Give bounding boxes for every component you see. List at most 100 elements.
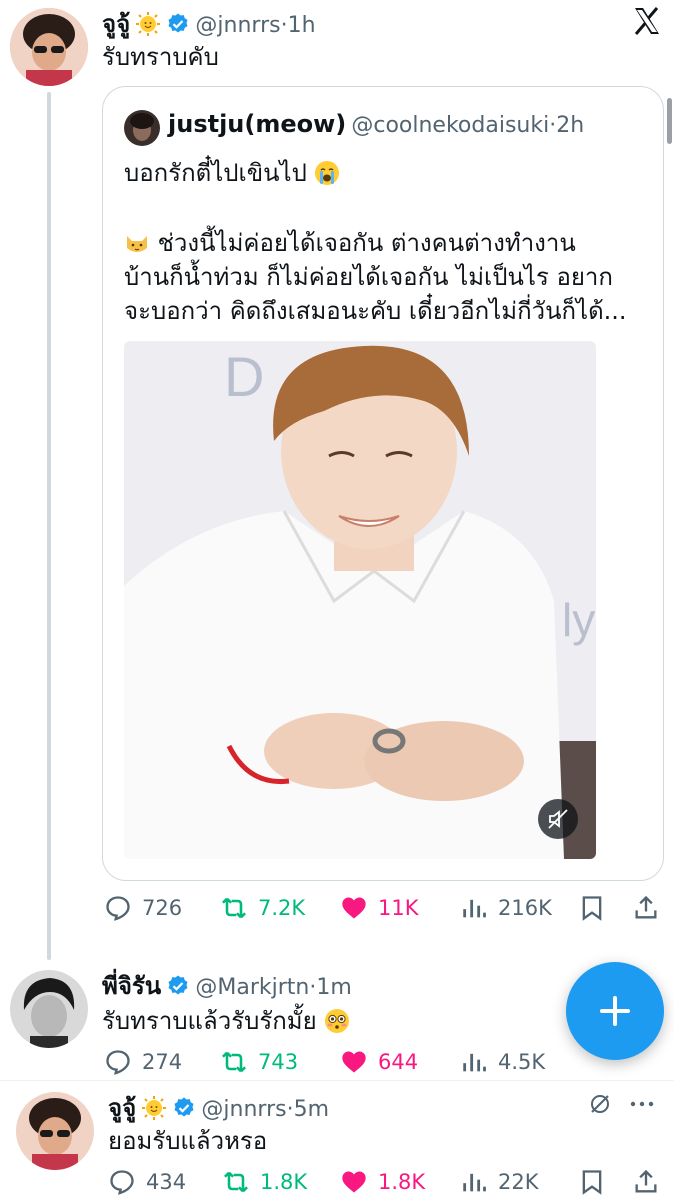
- reply1-time[interactable]: 1m: [316, 975, 351, 1000]
- reply2-bookmark-button[interactable]: [578, 1168, 606, 1196]
- repost-button[interactable]: 7.2K: [220, 894, 305, 922]
- views-button[interactable]: 216K: [460, 894, 552, 922]
- share-icon: [635, 895, 657, 919]
- compose-button[interactable]: [566, 962, 664, 1060]
- heart-filled-icon: [342, 1171, 366, 1193]
- reply1-like-count: 644: [378, 1050, 419, 1074]
- reply1-author-handle[interactable]: @Markjrtn: [195, 975, 309, 1000]
- reply2-author-name[interactable]: จูจู้: [108, 1094, 136, 1122]
- quoted-text-line1: บอกรักตี๋ไปเขินไป: [124, 156, 340, 190]
- reply2-author-handle[interactable]: @jnnrrs: [201, 1097, 286, 1122]
- x-logo-icon[interactable]: [632, 6, 662, 36]
- heart-filled-icon: [342, 897, 366, 919]
- post-header: จูจู้ @jnnrrs·1h: [102, 4, 316, 38]
- quoted-body-line3: จะบอกว่า คิดถึงเสมอนะคับ เดี๋ยวอีกไม่กี่…: [124, 297, 627, 325]
- quoted-body-line2: บ้านก็น้ำท่วม ก็ไม่ค่อยได้เจอกัน ไม่เป็น…: [124, 263, 613, 291]
- reply2-reply-count: 434: [146, 1170, 187, 1194]
- bookmark-icon: [582, 896, 602, 921]
- post-time[interactable]: 1h: [288, 13, 316, 38]
- quoted-header: justju(meow) @coolnekodaisuki·2h: [168, 110, 584, 138]
- reply1-header: พี่จิรัน @Markjrtn·1m: [102, 966, 352, 1005]
- reply2-reply-button[interactable]: 434: [108, 1168, 186, 1196]
- reply2-avatar[interactable]: [16, 1092, 94, 1170]
- share-button[interactable]: [632, 894, 660, 922]
- verified-badge-icon: [174, 1097, 194, 1117]
- quoted-body: ช่วงนี้ไม่ค่อยได้เจอกัน ต่างคนต่างทำงาน …: [124, 226, 627, 328]
- svg-text:D: D: [224, 345, 264, 408]
- avatar-image: [10, 8, 88, 86]
- views-chart-icon: [463, 1053, 486, 1072]
- reply1-views-button[interactable]: 4.5K: [460, 1048, 545, 1076]
- divider: [0, 1080, 674, 1081]
- verified-badge-icon: [168, 975, 188, 995]
- reply1-author-name[interactable]: พี่จิรัน: [102, 972, 161, 1000]
- view-count: 216K: [498, 896, 552, 920]
- separator-dot: ·: [286, 1097, 294, 1122]
- cat-emoji-icon: [127, 236, 147, 252]
- quoted-avatar-image: [124, 110, 160, 146]
- sun-emoji-icon: [142, 1096, 167, 1120]
- author-handle[interactable]: @jnnrrs: [195, 13, 280, 38]
- reply2-views-button[interactable]: 22K: [460, 1168, 539, 1196]
- reply1-like-button[interactable]: 644: [340, 1048, 418, 1076]
- reply1-reply-button[interactable]: 274: [104, 1048, 182, 1076]
- reply1-avatar[interactable]: [10, 970, 88, 1048]
- quoted-author-handle: @coolnekodaisuki: [351, 113, 550, 138]
- reply2-avatar-image: [16, 1092, 94, 1170]
- quoted-body-line1: ช่วงนี้ไม่ค่อยได้เจอกัน ต่างคนต่างทำงาน: [157, 229, 576, 257]
- repost-icon: [222, 897, 246, 919]
- reply1-reply-count: 274: [142, 1050, 183, 1074]
- reply2-like-button[interactable]: 1.8K: [340, 1168, 425, 1196]
- reply-icon: [110, 1170, 134, 1195]
- muted-speaker-icon: [548, 809, 568, 829]
- mute-button[interactable]: [538, 799, 578, 839]
- reply-icon: [106, 896, 130, 921]
- reply1-text: รับทราบแล้วรับรักมั้ย: [102, 1004, 350, 1038]
- like-button[interactable]: 11K: [340, 894, 419, 922]
- reply-count: 726: [142, 896, 183, 920]
- author-name[interactable]: จูจู้: [102, 10, 130, 38]
- bookmark-icon: [582, 1170, 602, 1195]
- reply1-repost-button[interactable]: 743: [220, 1048, 298, 1076]
- video-thumbnail: D ly: [124, 341, 596, 859]
- quoted-line1-text: บอกรักตี๋ไปเขินไป: [124, 159, 307, 187]
- avatar[interactable]: [10, 8, 88, 86]
- reply-icon: [106, 1050, 130, 1075]
- more-options-icon[interactable]: [628, 1096, 656, 1112]
- reply1-text-content: รับทราบแล้วรับรักมั้ย: [102, 1007, 317, 1035]
- quoted-video[interactable]: D ly: [124, 341, 596, 859]
- verified-badge-icon: [168, 13, 188, 33]
- quoted-post-time: 2h: [556, 113, 585, 138]
- quoted-author-name: justju(meow): [168, 110, 347, 138]
- grok-icon[interactable]: [588, 1092, 612, 1116]
- bookmark-button[interactable]: [578, 894, 606, 922]
- share-icon: [635, 1169, 657, 1193]
- reply1-repost-count: 743: [258, 1050, 299, 1074]
- svg-text:ly: ly: [562, 594, 595, 646]
- views-chart-icon: [463, 899, 486, 918]
- post-text: รับทราบคับ: [102, 43, 219, 71]
- like-count: 11K: [378, 896, 419, 920]
- heart-filled-icon: [342, 1051, 366, 1073]
- reply2-repost-count: 1.8K: [260, 1170, 308, 1194]
- thread-line: [47, 92, 51, 960]
- scrollbar[interactable]: [667, 98, 672, 144]
- sun-emoji-icon: [136, 12, 161, 36]
- quoted-avatar: [124, 110, 160, 146]
- flushed-face-emoji-icon: [325, 1009, 350, 1033]
- reply2-share-button[interactable]: [632, 1168, 660, 1196]
- reply-button[interactable]: 726: [104, 894, 182, 922]
- reply2-repost-button[interactable]: 1.8K: [222, 1168, 307, 1196]
- views-chart-icon: [463, 1173, 486, 1192]
- reply1-avatar-image: [10, 970, 88, 1048]
- separator-dot: ·: [280, 13, 288, 38]
- reply2-text: ยอมรับแล้วหรอ: [108, 1127, 268, 1155]
- repost-icon: [224, 1171, 248, 1193]
- plus-icon: [600, 996, 630, 1026]
- repost-icon: [222, 1051, 246, 1073]
- reply2-like-count: 1.8K: [378, 1170, 426, 1194]
- crying-face-emoji-icon: [315, 161, 340, 185]
- reply2-view-count: 22K: [498, 1170, 539, 1194]
- reply2-time[interactable]: 5m: [294, 1097, 329, 1122]
- reply1-view-count: 4.5K: [498, 1050, 546, 1074]
